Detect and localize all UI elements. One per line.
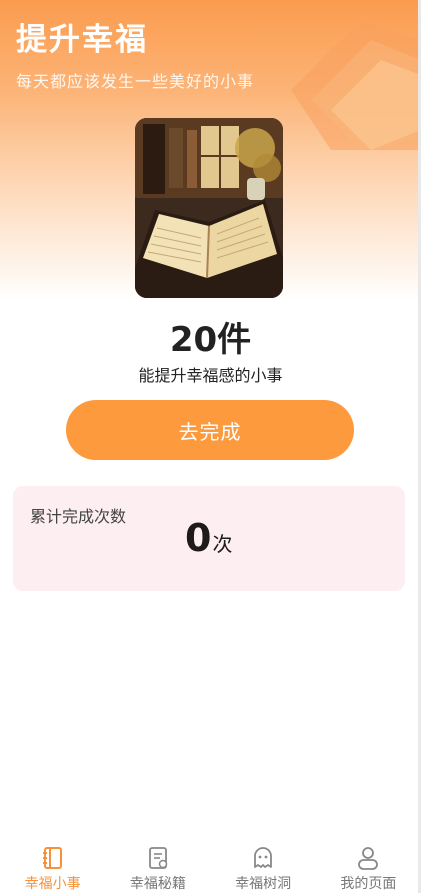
page-title: 提升幸福: [16, 22, 148, 58]
task-count: 20件: [169, 320, 252, 360]
tab-happy-tips[interactable]: 幸福秘籍: [105, 838, 210, 893]
stats-value: 0: [185, 516, 212, 560]
tab-label: 我的页面: [340, 876, 397, 892]
complete-button[interactable]: 去完成: [66, 400, 354, 460]
open-book-cover-image: [135, 118, 283, 298]
tab-label: 幸福小事: [24, 876, 81, 892]
stats-label: 累计完成次数: [30, 507, 127, 526]
profile-icon: [354, 844, 382, 871]
tab-tree-hole[interactable]: 幸福树洞: [211, 838, 316, 893]
stats-unit: 次: [212, 532, 233, 556]
tab-my-page[interactable]: 我的页面: [316, 838, 421, 893]
bottom-tab-bar: 幸福小事 幸福秘籍 幸福树洞 我的页面: [0, 838, 421, 893]
page-subtitle: 每天都应该发生一些美好的小事: [16, 72, 255, 91]
completion-stats-card: 累计完成次数 0 次: [13, 486, 405, 591]
document-icon: [144, 844, 172, 871]
ghost-icon: [249, 844, 277, 871]
notebook-icon: [39, 844, 67, 871]
tab-label: 幸福秘籍: [129, 876, 186, 892]
stats-value-group: 0 次: [185, 516, 232, 560]
book-illustration-decoration: [271, 0, 421, 150]
tab-happy-things[interactable]: 幸福小事: [0, 838, 105, 893]
tab-label: 幸福树洞: [235, 876, 292, 892]
task-count-description: 能提升幸福感的小事: [138, 366, 283, 385]
